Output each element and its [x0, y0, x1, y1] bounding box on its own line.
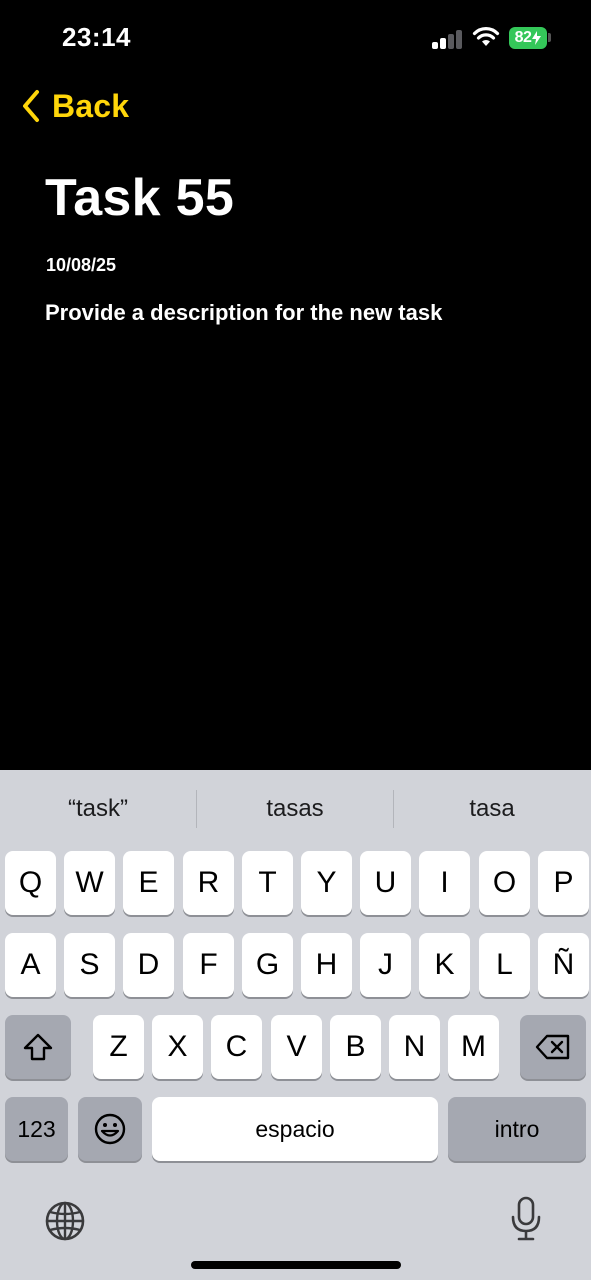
- emoji-key[interactable]: [78, 1097, 142, 1161]
- keyboard: “task” tasas tasa QWERTYUIOP ASDFGHJKLÑ ZX…: [0, 770, 591, 1280]
- key-x[interactable]: X: [152, 1015, 203, 1079]
- key-s[interactable]: S: [64, 933, 115, 997]
- battery-tip: [548, 33, 551, 42]
- key-j[interactable]: J: [360, 933, 411, 997]
- suggestion-2[interactable]: tasas: [197, 788, 393, 830]
- key-b[interactable]: B: [330, 1015, 381, 1079]
- suggestion-1[interactable]: “task”: [0, 788, 196, 830]
- microphone-icon[interactable]: [508, 1196, 544, 1242]
- shift-key[interactable]: [5, 1015, 71, 1079]
- suggestion-bar: “task” tasas tasa: [0, 770, 591, 848]
- key-q[interactable]: Q: [5, 851, 56, 915]
- key-w[interactable]: W: [64, 851, 115, 915]
- key-u[interactable]: U: [360, 851, 411, 915]
- key-k[interactable]: K: [419, 933, 470, 997]
- return-key[interactable]: intro: [448, 1097, 586, 1161]
- numbers-key[interactable]: 123: [5, 1097, 68, 1161]
- wifi-icon: [472, 27, 500, 46]
- key-a[interactable]: A: [5, 933, 56, 997]
- key-f[interactable]: F: [183, 933, 234, 997]
- shift-icon: [23, 1033, 53, 1061]
- task-description-field[interactable]: Provide a description for the new task: [45, 300, 565, 326]
- key-r[interactable]: R: [183, 851, 234, 915]
- battery-level: 82: [514, 29, 532, 46]
- key-ñ[interactable]: Ñ: [538, 933, 589, 997]
- key-h[interactable]: H: [301, 933, 352, 997]
- key-v[interactable]: V: [271, 1015, 322, 1079]
- key-p[interactable]: P: [538, 851, 589, 915]
- key-e[interactable]: E: [123, 851, 174, 915]
- key-y[interactable]: Y: [301, 851, 352, 915]
- key-d[interactable]: D: [123, 933, 174, 997]
- key-i[interactable]: I: [419, 851, 470, 915]
- key-g[interactable]: G: [242, 933, 293, 997]
- key-t[interactable]: T: [242, 851, 293, 915]
- globe-icon[interactable]: [44, 1200, 86, 1242]
- key-l[interactable]: L: [479, 933, 530, 997]
- key-n[interactable]: N: [389, 1015, 440, 1079]
- task-detail-screen: 23:14 82 Back Task 55 10/08/25 Provide a…: [0, 0, 591, 1280]
- key-o[interactable]: O: [479, 851, 530, 915]
- key-z[interactable]: Z: [93, 1015, 144, 1079]
- signal-icon: [432, 29, 464, 49]
- back-button[interactable]: Back: [20, 84, 129, 128]
- key-m[interactable]: M: [448, 1015, 499, 1079]
- task-title[interactable]: Task 55: [45, 168, 234, 228]
- delete-icon: [535, 1034, 570, 1060]
- task-date: 10/08/25: [46, 255, 117, 275]
- key-c[interactable]: C: [211, 1015, 262, 1079]
- chevron-left-icon: [23, 90, 39, 122]
- home-indicator[interactable]: [191, 1261, 401, 1269]
- suggestion-3[interactable]: tasa: [394, 788, 590, 830]
- emoji-icon: [94, 1113, 126, 1145]
- back-label: Back: [52, 87, 130, 124]
- status-time: 23:14: [62, 22, 131, 52]
- space-key[interactable]: espacio: [152, 1097, 438, 1161]
- battery-charging-icon: 82: [509, 27, 547, 49]
- delete-key[interactable]: [520, 1015, 586, 1079]
